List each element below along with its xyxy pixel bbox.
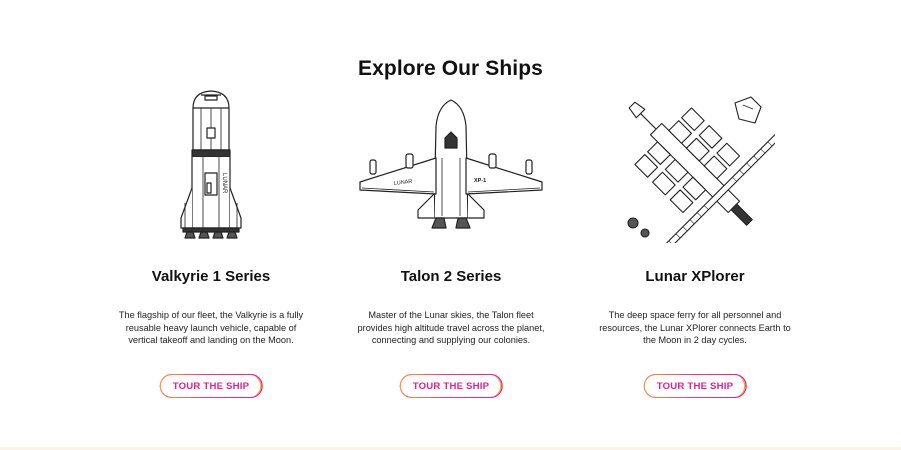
ship-description: The flagship of our fleet, the Valkyrie …: [118, 310, 304, 345]
lunar-xplorer-station-illustration: [627, 96, 775, 243]
ship-description: The deep space ferry for all personnel a…: [599, 310, 791, 345]
ship-description: Master of the Lunar skies, the Talon fle…: [357, 310, 545, 345]
tour-the-ship-button[interactable]: TOUR THE SHIP: [159, 374, 263, 398]
tour-the-ship-button[interactable]: TOUR THE SHIP: [399, 374, 503, 398]
valkyrie-hull-label: LUNAR: [221, 173, 227, 194]
ship-name: Lunar XPlorer: [645, 268, 745, 285]
ship-card-lunar-xplorer: Lunar XPlorer The deep space ferry for a…: [545, 0, 845, 450]
valkyrie-rocket-illustration: LUNAR: [180, 90, 242, 239]
talon-shuttle-illustration: LUNAR XP-1: [359, 99, 543, 229]
talon-tail-code: XP-1: [474, 178, 486, 184]
tour-the-ship-button[interactable]: TOUR THE SHIP: [643, 374, 747, 398]
